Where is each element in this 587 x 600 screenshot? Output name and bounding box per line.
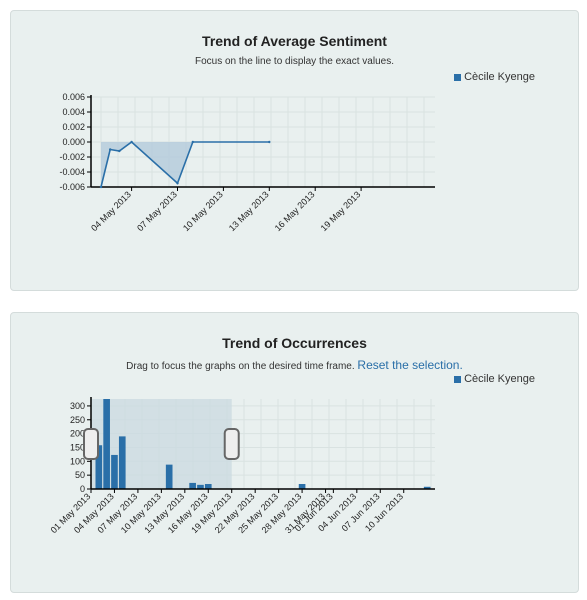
y-tick-label: -0.004 [59, 167, 85, 177]
x-tick-label: 04 May 2013 [89, 189, 133, 233]
x-tick-label: 16 May 2013 [273, 189, 317, 233]
y-tick-label: 250 [70, 415, 85, 425]
sentiment-point[interactable] [108, 148, 112, 151]
x-tick-label: 19 May 2013 [319, 189, 363, 233]
x-tick-label: 13 May 2013 [227, 189, 271, 233]
sentiment-panel: Trend of Average Sentiment Focus on the … [10, 10, 579, 291]
y-tick-label: 0.000 [62, 137, 85, 147]
brush-handle-shape [83, 428, 99, 460]
y-tick-label: 200 [70, 429, 85, 439]
y-tick-label: 0.004 [62, 107, 85, 117]
y-tick-label: 50 [75, 470, 85, 480]
brush-handle-shape [223, 428, 240, 460]
x-tick-label: 10 May 2013 [181, 189, 225, 233]
occurrence-bar[interactable] [165, 464, 173, 489]
sentiment-point[interactable] [268, 140, 271, 144]
sentiment-chart[interactable]: 0.006 0.004 0.002 0.000 -0.002 -0.004 -0.006 04… [11, 11, 580, 292]
sentiment-point[interactable] [130, 140, 133, 144]
occurrences-chart[interactable]: 30025020015010050001 May 201304 May 2013… [11, 313, 580, 594]
y-tick-label: 300 [70, 401, 85, 411]
y-tick-label: 150 [70, 442, 85, 452]
sentiment-point[interactable] [118, 149, 121, 153]
sentiment-point[interactable] [176, 182, 179, 185]
sentiment-point[interactable] [191, 140, 194, 144]
y-tick-label: 0.002 [62, 122, 85, 132]
occurrence-bar[interactable] [103, 399, 110, 489]
y-tick-label: -0.006 [59, 182, 85, 192]
brush-handle-right-icon[interactable] [223, 428, 240, 460]
sentiment-point[interactable] [99, 185, 103, 189]
occurrence-bar[interactable] [189, 482, 196, 489]
y-tick-label: 100 [70, 456, 85, 466]
occurrence-bar[interactable] [118, 436, 126, 489]
y-tick-label: -0.002 [59, 152, 85, 162]
x-tick-label: 07 May 2013 [135, 189, 179, 233]
occurrence-bar[interactable] [111, 454, 118, 489]
brush-handle-left-icon[interactable] [83, 428, 99, 460]
occurrences-panel: Trend of Occurrences Drag to focus the g… [10, 312, 579, 593]
y-tick-label: 0.006 [62, 92, 85, 102]
